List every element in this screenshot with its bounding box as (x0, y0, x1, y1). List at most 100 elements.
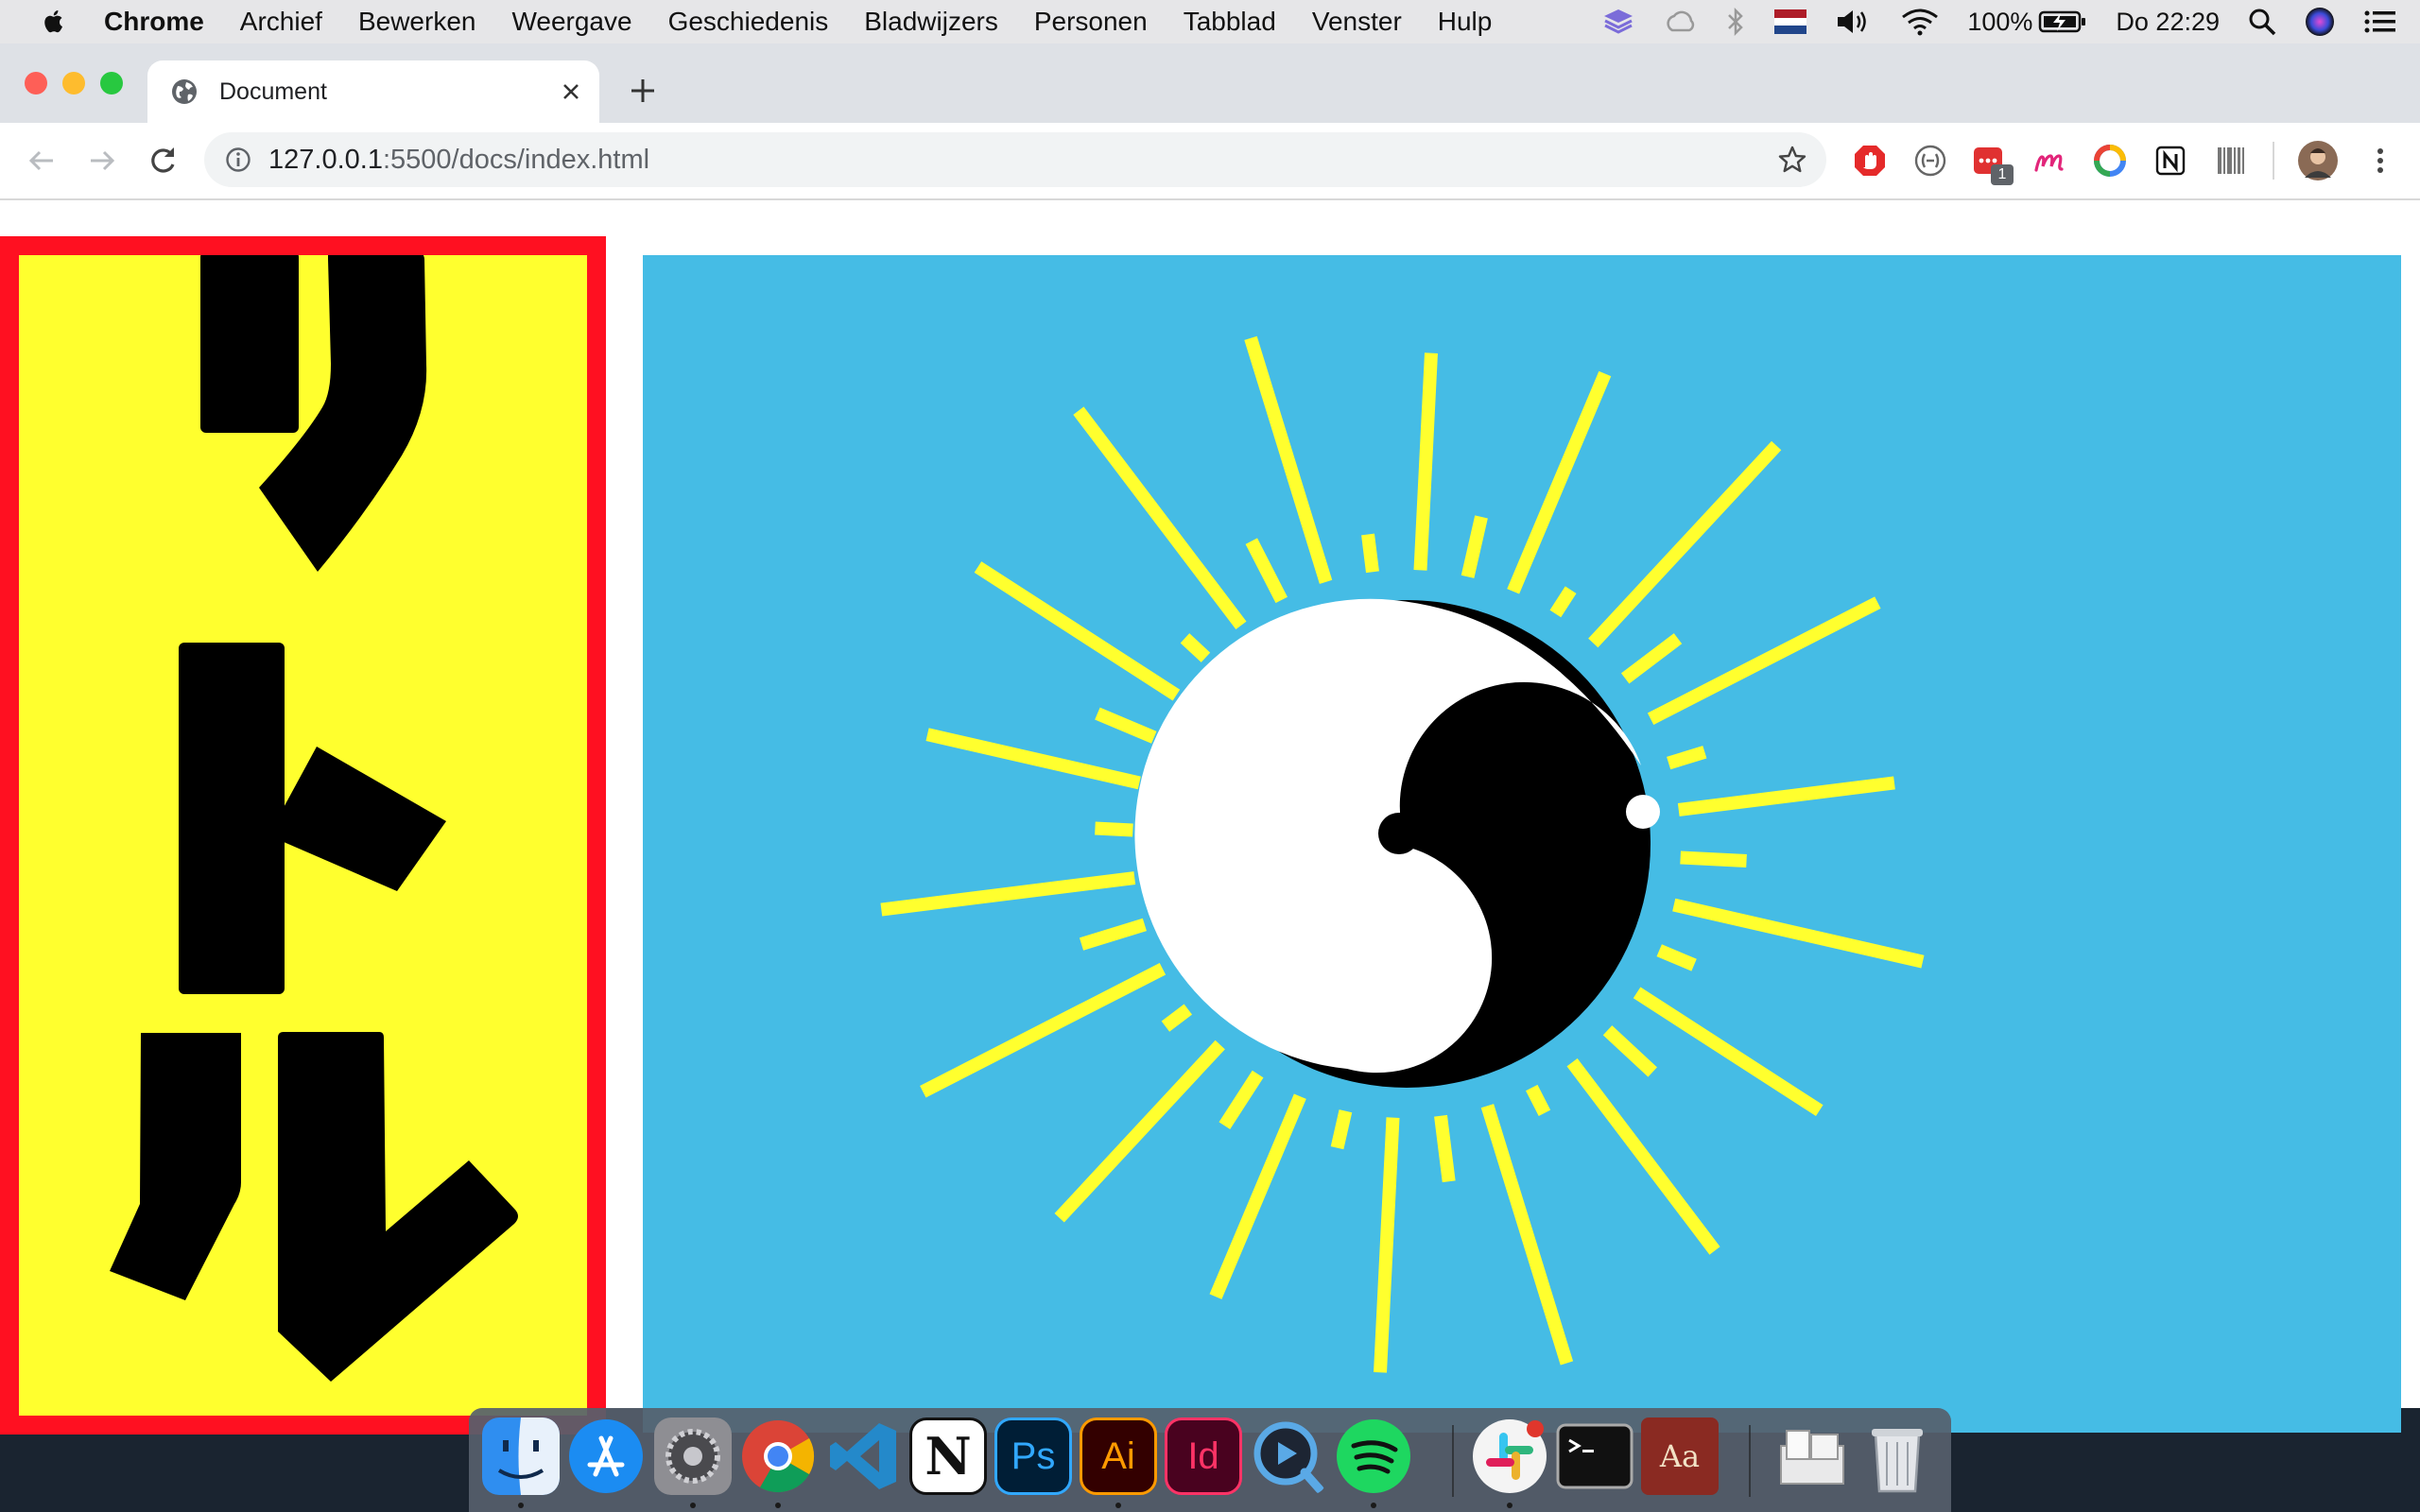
running-indicator (775, 1503, 781, 1508)
sun-ray (1526, 1084, 1551, 1116)
sun-ray (1245, 538, 1288, 604)
reload-icon[interactable] (144, 142, 182, 180)
notion-extension-icon[interactable] (2153, 144, 2187, 178)
photoshop-icon[interactable]: Ps (994, 1418, 1072, 1495)
bookmark-star-icon[interactable] (1777, 145, 1807, 175)
hypothesis-extension-icon[interactable] (1913, 144, 1947, 178)
macos-dock: N Ps Ai Id Aa (469, 1408, 1951, 1512)
illustrator-icon[interactable]: Ai (1080, 1418, 1157, 1495)
sun-ray (1461, 515, 1488, 578)
sun-ray (925, 728, 1141, 790)
app-store-icon[interactable] (567, 1418, 645, 1495)
macos-menubar: Chrome Archief Bewerken Weergave Geschie… (0, 0, 2420, 43)
dictionary-icon[interactable]: Aa (1641, 1418, 1719, 1495)
sun-ray (1330, 1109, 1353, 1150)
netherlands-flag-icon[interactable] (1774, 9, 1807, 34)
extension-badge: 1 (1991, 164, 2014, 185)
dock-separator (1749, 1425, 1751, 1497)
chrome-icon[interactable] (739, 1418, 817, 1495)
tab-strip: Document (0, 43, 2420, 123)
more-menu-icon[interactable] (2363, 144, 2397, 178)
menu-hulp[interactable]: Hulp (1438, 7, 1493, 37)
menu-bladwijzers[interactable]: Bladwijzers (864, 7, 998, 37)
menu-personen[interactable]: Personen (1034, 7, 1148, 37)
tab-close-button[interactable] (552, 73, 590, 111)
close-window-button[interactable] (25, 72, 47, 94)
finder-icon[interactable] (482, 1418, 560, 1495)
sun-ray (1656, 944, 1697, 971)
web-page: リ ト ル (0, 200, 2420, 1435)
google-extension-icon[interactable] (2093, 144, 2127, 178)
wifi-icon[interactable] (1901, 8, 1939, 36)
indesign-icon[interactable]: Id (1165, 1418, 1242, 1495)
tab-document[interactable]: Document (147, 60, 599, 123)
menu-bewerken[interactable]: Bewerken (358, 7, 476, 37)
apple-menu-icon[interactable] (38, 6, 70, 38)
katakana-ru (110, 1032, 518, 1382)
spotify-icon[interactable] (1335, 1418, 1412, 1495)
menu-weergave[interactable]: Weergave (511, 7, 631, 37)
vscode-icon[interactable] (824, 1418, 902, 1495)
minimize-window-button[interactable] (62, 72, 85, 94)
battery-charging-icon[interactable] (2038, 9, 2087, 34)
adblock-extension-icon[interactable] (1853, 144, 1887, 178)
menu-venster[interactable]: Venster (1312, 7, 1402, 37)
sun-ray (1566, 1057, 1720, 1255)
layers-icon[interactable] (1602, 8, 1634, 36)
sun-ray (1413, 352, 1438, 571)
status-area: 100% Do 22:29 (1574, 0, 2397, 43)
notion-icon[interactable]: N (909, 1418, 987, 1495)
spotlight-search-icon[interactable] (2248, 8, 2276, 36)
address-bar[interactable]: 127.0.0.1:5500/docs/index.html (204, 132, 1826, 187)
running-indicator (690, 1503, 696, 1508)
sun-ray (880, 871, 1136, 917)
dock-separator (1452, 1425, 1454, 1497)
quicktime-icon[interactable] (1250, 1418, 1327, 1495)
battery-percentage: 100% (1967, 7, 2033, 36)
url-path: :5500/docs/index.html (382, 145, 650, 175)
siri-icon[interactable] (2305, 7, 2335, 37)
downloads-stack-icon[interactable] (1773, 1418, 1851, 1495)
new-tab-button[interactable] (624, 72, 662, 110)
tab-title: Document (219, 77, 327, 105)
clock[interactable]: Do 22:29 (2116, 8, 2220, 37)
forward-arrow-icon[interactable] (83, 142, 121, 180)
sun-ray (1602, 1025, 1657, 1077)
volume-icon[interactable] (1835, 8, 1873, 36)
zoom-window-button[interactable] (100, 72, 123, 94)
barcode-extension-icon[interactable] (2214, 144, 2248, 178)
sun-ray (1480, 1104, 1574, 1366)
katakana-panel: リ ト ル (0, 236, 606, 1435)
sun-ray (920, 963, 1167, 1098)
sun-ray (1549, 586, 1577, 618)
bluetooth-icon[interactable] (1725, 7, 1746, 37)
running-indicator (1115, 1503, 1121, 1508)
sun-ray (1672, 898, 1925, 969)
back-arrow-icon[interactable] (23, 142, 60, 180)
menu-geschiedenis[interactable]: Geschiedenis (668, 7, 829, 37)
terminal-icon[interactable] (1556, 1418, 1634, 1495)
notification-center-icon[interactable] (2363, 9, 2397, 35)
menu-tabblad[interactable]: Tabblad (1184, 7, 1276, 37)
site-info-icon[interactable] (225, 146, 251, 173)
menu-app-name[interactable]: Chrome (104, 7, 204, 37)
system-preferences-icon[interactable] (654, 1418, 732, 1495)
m-extension-icon[interactable] (2032, 144, 2066, 178)
sun-ray (1079, 918, 1147, 951)
chrome-window: Document 127.0.0.1:5500/docs/index.html … (0, 43, 2420, 1435)
creative-cloud-icon[interactable] (1663, 9, 1697, 34)
sun-ray (1620, 633, 1683, 684)
profile-avatar[interactable] (2297, 140, 2339, 181)
sun-ray (1095, 821, 1133, 837)
slack-icon[interactable] (1471, 1418, 1548, 1495)
menu-archief[interactable]: Archief (240, 7, 322, 37)
close-icon (563, 84, 579, 99)
menu-items: Chrome Archief Bewerken Weergave Geschie… (104, 7, 1528, 37)
url-text[interactable]: 127.0.0.1:5500/docs/index.html (268, 145, 649, 176)
yin-yang-icon (1134, 598, 1660, 1088)
running-indicator (1371, 1503, 1376, 1508)
trash-icon[interactable] (1858, 1418, 1936, 1495)
todoist-extension-icon[interactable]: 1 (1972, 144, 2014, 185)
browser-toolbar: 127.0.0.1:5500/docs/index.html 1 (0, 123, 2420, 200)
sun-ray (1180, 633, 1211, 662)
